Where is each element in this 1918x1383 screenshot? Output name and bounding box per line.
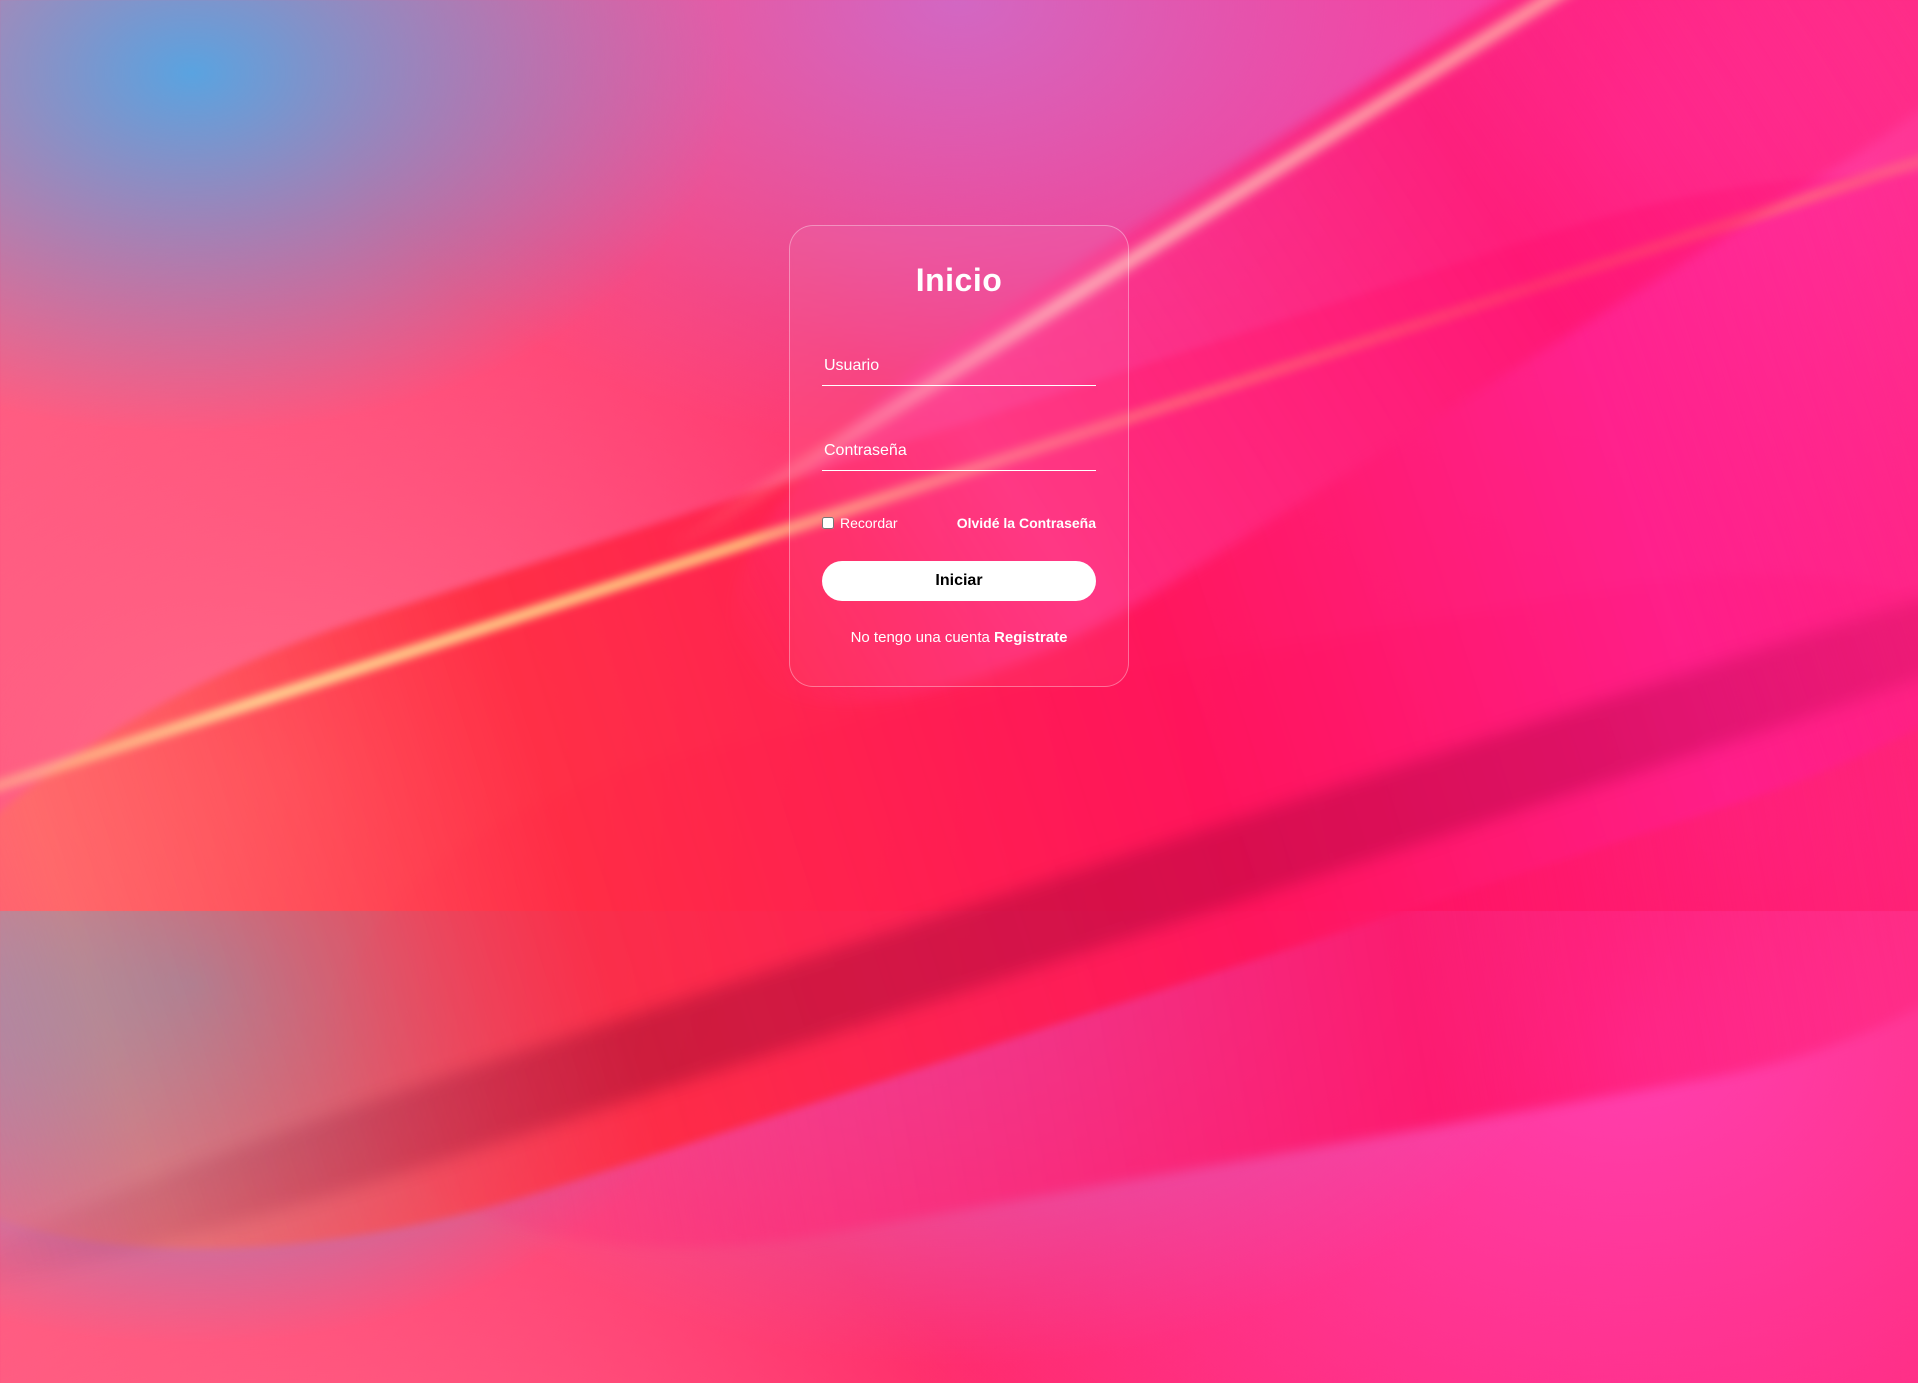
register-link[interactable]: Registrate bbox=[994, 629, 1067, 646]
remember-label: Recordar bbox=[840, 515, 898, 531]
register-row: No tengo una cuenta Registrate bbox=[822, 629, 1096, 646]
login-title: Inicio bbox=[822, 262, 1096, 299]
remember-checkbox[interactable] bbox=[822, 517, 834, 529]
password-field: Contraseña bbox=[822, 436, 1096, 471]
submit-button[interactable]: Iniciar bbox=[822, 561, 1096, 601]
remember-option[interactable]: Recordar bbox=[822, 515, 898, 531]
options-row: Recordar Olvidé la Contraseña bbox=[822, 515, 1096, 531]
username-field: Usuario bbox=[822, 351, 1096, 386]
username-input[interactable] bbox=[822, 351, 1096, 385]
login-card: Inicio Usuario Contraseña Recordar Olvid… bbox=[789, 225, 1129, 687]
forgot-password-link[interactable]: Olvidé la Contraseña bbox=[957, 515, 1096, 531]
password-input[interactable] bbox=[822, 436, 1096, 470]
register-prefix: No tengo una cuenta bbox=[851, 629, 994, 646]
